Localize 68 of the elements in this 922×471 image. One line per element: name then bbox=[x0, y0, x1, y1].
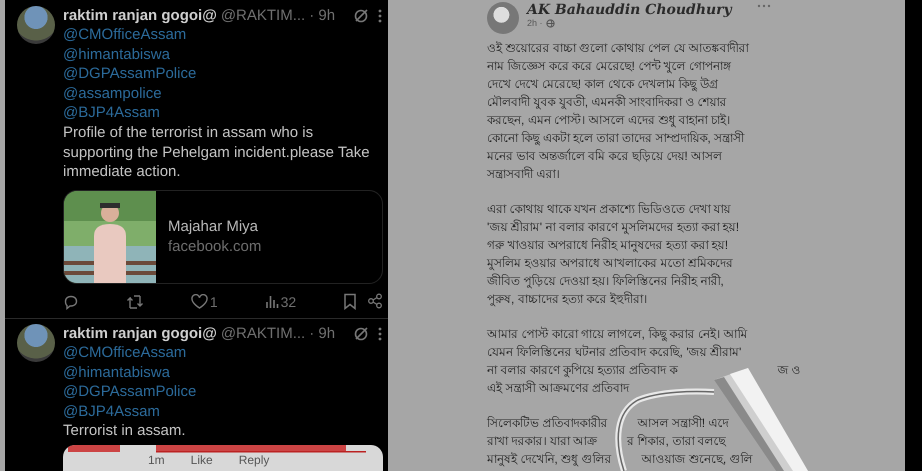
post-text-line: রাখা দরকার। যারা আক্র bbox=[487, 433, 598, 450]
post-text-line: ওই শুয়োরের বাচ্চা গুলো কোথায় পেল যে আতঙ্কবাদীরা bbox=[487, 40, 749, 57]
link-card[interactable]: Majahar Miya facebook.com bbox=[63, 190, 384, 284]
post-text-line: আওয়াজ শুনেছে, গুলি bbox=[642, 451, 753, 468]
post-text-line: মানুষই দেখেনি, শুধু গুলির bbox=[487, 451, 612, 468]
share-icon[interactable] bbox=[367, 293, 384, 310]
post-text-line: করছেন, এমন পোস্ট। আসলে এদের শুধু বাহানা চাই। bbox=[487, 112, 730, 130]
link-title: Majahar Miya bbox=[168, 216, 260, 237]
more-icon[interactable] bbox=[377, 8, 384, 24]
reply-icon[interactable] bbox=[63, 294, 79, 310]
mention-link[interactable]: @CMOfficeAssam bbox=[63, 25, 384, 45]
mention-link[interactable]: @himantabiswa bbox=[63, 44, 384, 64]
link-domain: facebook.com bbox=[168, 236, 262, 257]
post-text-line: মৌলবাদী যুবক যুবতী, এমনকী সাংবাদিকরা ও শেয়ার bbox=[487, 94, 727, 112]
post-text-line: সিলেকটিভ প্রতিবাদকারীর bbox=[487, 414, 608, 432]
post-text-line: এই সন্ত্রাসী আক্রমণের প্রতিবাদ bbox=[487, 380, 630, 397]
post-time: · 9h bbox=[309, 324, 336, 344]
slashed-circle-icon[interactable] bbox=[353, 326, 370, 342]
comment-action[interactable]: 1m bbox=[148, 453, 165, 467]
avatar[interactable] bbox=[17, 6, 55, 44]
view-count: 32 bbox=[280, 294, 296, 310]
post-text-line: না বলার কারণে কুপিয়ে হত্যার প্রতিবাদ ক bbox=[487, 362, 678, 380]
mention-link[interactable]: @himantabiswa bbox=[63, 362, 384, 382]
bookmark-icon[interactable] bbox=[343, 293, 358, 310]
post-time: · 9h bbox=[309, 6, 336, 25]
mention-link[interactable]: @DGPAssamPolice bbox=[63, 64, 384, 84]
post-text-line: জীবিত পুড়িয়ে দেওয়া হয়। ফিলিস্তিনের নিরীহ নারী, bbox=[487, 272, 724, 290]
avatar[interactable] bbox=[17, 324, 55, 362]
more-icon[interactable] bbox=[377, 326, 384, 342]
slashed-circle-icon[interactable] bbox=[353, 8, 370, 24]
post-text-line: গরু খাওয়ার অপরাধে নিরীহ মানুষদের হত্যা করা হয়! bbox=[487, 236, 728, 254]
post-text-line: কোনো কিছু একটা হলে তারা তাদের সাম্প্রদায়িক, সন্ত্রাসী bbox=[487, 130, 744, 148]
heart-icon[interactable] bbox=[190, 294, 208, 310]
post-text-line: সন্ত্রাসবাদী এরা। bbox=[487, 166, 560, 183]
author-handle: @RAKTIM... bbox=[220, 324, 306, 344]
more-icon[interactable] bbox=[757, 4, 771, 8]
post-text-line: যেমন ফিলিস্তিনের ঘটনার প্রতিবাদ করেছি, 'জয় শ্রীরাম' bbox=[487, 344, 742, 361]
views-icon[interactable] bbox=[264, 294, 279, 310]
post-text-line: র শিকার, তারা বলছে bbox=[627, 433, 726, 450]
post-text-line: নাম জিজ্ঞেস করে করে মেরেছে! পেন্ট খুলে গোপনাঙ্গ bbox=[487, 58, 732, 76]
post-text-line: দেখে দেখে মেরেছে! কাল থেকে দেখলাম কিছু উগ্র bbox=[487, 76, 718, 94]
post-text-line: মুসলিম হওয়ার অপরাধে আখলাকের মতো শ্রমিকদের bbox=[487, 255, 733, 272]
mention-link[interactable]: @DGPAssamPolice bbox=[63, 382, 384, 402]
globe-icon bbox=[546, 18, 555, 28]
author-name[interactable]: AK Bahauddin Choudhury bbox=[527, 2, 732, 18]
post-time: 2h · bbox=[527, 18, 543, 28]
author-handle: @RAKTIM... bbox=[220, 6, 306, 25]
screenshot-preview[interactable]: 1m Like Reply bbox=[63, 445, 384, 471]
comment-action[interactable]: Like bbox=[190, 453, 213, 467]
post-text-line: পুরুষ, বাচ্চাদের হত্যা করে ইহুদীরা। bbox=[487, 290, 647, 308]
like-count: 1 bbox=[210, 294, 218, 310]
post-text-line: 'জয় শ্রীরাম' না বলার কারণে মুসলিমদের হত্যা করা হয়! bbox=[487, 218, 740, 236]
mention-link[interactable]: @CMOfficeAssam bbox=[63, 343, 384, 363]
post-text-line: মনের ভাব অন্তর্জালে বমি করে ছড়িয়ে দেয়! আসল bbox=[487, 148, 722, 165]
post-text-line: আমার পোস্ট কারো গায়ে লাগলে, কিছু করার নেই। আমি bbox=[487, 326, 748, 344]
avatar[interactable] bbox=[487, 2, 519, 34]
comment-action[interactable]: Reply bbox=[238, 453, 270, 467]
tweet-text: Profile of the terrorist in assam who is supporting the Pehelgam incident.please Take immediate action. bbox=[63, 122, 371, 182]
post-text-line: জ ও bbox=[777, 362, 801, 379]
tweet-text: Terrorist in assam. bbox=[63, 421, 187, 441]
repost-icon[interactable] bbox=[126, 294, 144, 310]
post-text-line: এরা কোথায় থাকে যখন প্রকাশ্যে ভিডিওতে দেখা যায় bbox=[487, 201, 731, 218]
author-name[interactable]: raktim ranjan gogoi@ bbox=[63, 6, 217, 25]
post-text-line: আসল সন্ত্রাসী! এদে bbox=[637, 414, 729, 432]
mention-link[interactable]: @BJP4Assam bbox=[63, 103, 384, 123]
mention-link[interactable]: @assampolice bbox=[63, 84, 384, 104]
mention-link[interactable]: @BJP4Assam bbox=[63, 402, 384, 422]
author-name[interactable]: raktim ranjan gogoi@ bbox=[63, 324, 217, 344]
